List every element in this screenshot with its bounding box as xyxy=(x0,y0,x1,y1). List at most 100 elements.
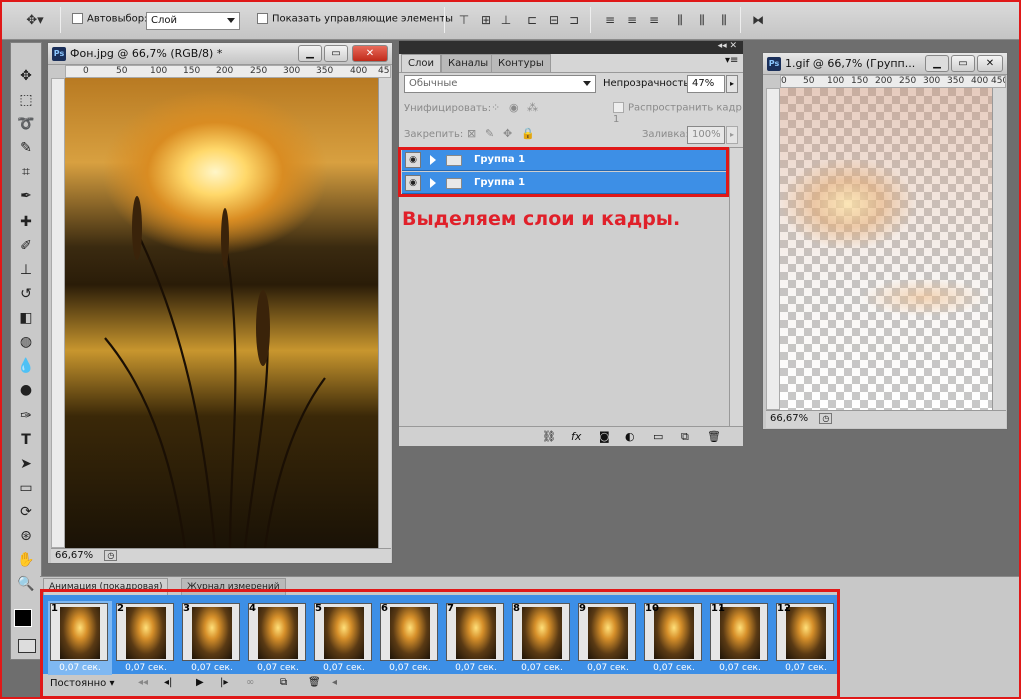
eyedropper-icon[interactable]: ✒ xyxy=(14,185,38,207)
paint-bucket-icon[interactable]: ◍ xyxy=(14,331,38,353)
status-menu-icon[interactable]: ◷ xyxy=(104,550,118,561)
tab-paths[interactable]: Контуры xyxy=(491,54,551,72)
align-hcenter-icon[interactable]: ⊟ xyxy=(546,12,562,28)
align-top-icon[interactable]: ⊤ xyxy=(456,12,472,28)
layers-scrollbar[interactable] xyxy=(729,148,743,426)
scroll-left-icon[interactable]: ◂ xyxy=(332,677,337,688)
crop-icon[interactable]: ⌗ xyxy=(14,161,38,183)
auto-align-icon[interactable]: ⧓ xyxy=(750,12,766,28)
distribute-bottom-icon[interactable]: ≡ xyxy=(646,12,662,28)
first-frame-icon[interactable]: ◂◂ xyxy=(138,677,148,688)
blend-mode-dropdown[interactable]: Обычные xyxy=(404,75,596,93)
link-layers-icon[interactable]: ⛓ xyxy=(542,430,556,443)
pen-icon[interactable]: ✑ xyxy=(14,405,38,427)
move-tool-preset-icon[interactable]: ✥▾ xyxy=(22,9,48,31)
foreground-color-swatch[interactable] xyxy=(14,609,32,627)
minimize-button[interactable]: ▁ xyxy=(925,55,949,72)
lock-transparency-icon[interactable]: ⊠ xyxy=(467,127,476,140)
fx-icon[interactable]: fx xyxy=(571,430,581,443)
transparent-canvas[interactable] xyxy=(780,88,992,410)
fill-slider-arrow-icon[interactable]: ▸ xyxy=(726,126,738,144)
document-title-bar[interactable]: Ps 1.gif @ 66,7% (Групп... ▁ ▭ ✕ xyxy=(763,53,1007,75)
panel-header[interactable]: ◂◂ ✕ xyxy=(399,41,743,54)
propagate-frame-checkbox[interactable]: Распространить кадр 1 xyxy=(613,102,743,125)
fill-input[interactable]: 100% xyxy=(687,126,725,144)
align-vcenter-icon[interactable]: ⊞ xyxy=(478,12,494,28)
healing-icon[interactable]: ✚ xyxy=(14,211,38,233)
ruler-mark: 350 xyxy=(947,76,965,86)
close-button[interactable]: ✕ xyxy=(977,55,1003,72)
close-button[interactable]: ✕ xyxy=(352,45,388,62)
previous-frame-icon[interactable]: ◂| xyxy=(164,677,172,688)
next-frame-icon[interactable]: |▸ xyxy=(220,677,228,688)
align-left-icon[interactable]: ⊏ xyxy=(524,12,540,28)
vertical-scrollbar[interactable] xyxy=(378,78,391,548)
sunset-photo-canvas[interactable] xyxy=(65,78,378,548)
auto-select-checkbox[interactable]: Автовыбор: xyxy=(72,13,147,25)
unify-position-icon[interactable]: ⁘ xyxy=(491,101,500,114)
tab-layers[interactable]: Слои xyxy=(401,54,441,72)
3d-rotate-icon[interactable]: ⟳ xyxy=(14,501,38,523)
auto-select-dropdown[interactable]: Слой xyxy=(146,12,240,30)
trash-icon[interactable]: 🗑 xyxy=(707,430,721,443)
zoom-icon[interactable]: 🔍 xyxy=(14,573,38,595)
opacity-input[interactable]: 47% xyxy=(687,75,725,93)
lock-position-icon[interactable]: ✥ xyxy=(503,127,512,140)
vertical-scrollbar[interactable] xyxy=(992,88,1006,410)
duplicate-frame-icon[interactable]: ⧉ xyxy=(280,677,287,688)
panel-menu-icon[interactable]: ▾≡ xyxy=(725,55,738,66)
document-title-bar[interactable]: Ps Фон.jpg @ 66,7% (RGB/8) * ▁ ▭ ✕ xyxy=(48,43,392,65)
lock-pixels-icon[interactable]: ✎ xyxy=(485,127,494,140)
stamp-icon[interactable]: ⊥ xyxy=(14,259,38,281)
move-tool-icon[interactable]: ✥ xyxy=(14,65,38,87)
align-bottom-icon[interactable]: ⊥ xyxy=(498,12,514,28)
history-brush-icon[interactable]: ↺ xyxy=(14,283,38,305)
opacity-slider-arrow-icon[interactable]: ▸ xyxy=(726,75,738,93)
ruler-mark: 400 xyxy=(350,66,368,76)
distribute-top-icon[interactable]: ≡ xyxy=(602,12,618,28)
lock-all-icon[interactable]: 🔒 xyxy=(521,127,535,140)
delete-frame-icon[interactable]: 🗑 xyxy=(308,677,321,688)
minimize-button[interactable]: ▁ xyxy=(298,45,322,62)
add-mask-icon[interactable]: ◙ xyxy=(599,430,610,443)
new-group-icon[interactable]: ▭ xyxy=(653,430,663,443)
path-select-icon[interactable]: ➤ xyxy=(14,453,38,475)
status-menu-icon[interactable]: ◷ xyxy=(819,413,833,424)
maximize-button[interactable]: ▭ xyxy=(951,55,975,72)
distribute-vcenter-icon[interactable]: ≡ xyxy=(624,12,640,28)
blur-icon[interactable]: 💧 xyxy=(14,355,38,377)
lasso-icon[interactable]: ➰ xyxy=(14,113,38,135)
new-layer-icon[interactable]: ⧉ xyxy=(681,430,689,444)
dodge-icon[interactable]: ● xyxy=(14,379,38,401)
quick-select-icon[interactable]: ✎ xyxy=(14,137,38,159)
marquee-icon[interactable]: ⬚ xyxy=(14,89,38,111)
distribute-hcenter-icon[interactable]: ⫼ xyxy=(694,12,710,28)
play-icon[interactable]: ▶ xyxy=(196,677,204,688)
ruler-mark: 50 xyxy=(803,76,815,86)
eraser-icon[interactable]: ◧ xyxy=(14,307,38,329)
3d-orbit-icon[interactable]: ⊛ xyxy=(14,525,38,547)
unify-visibility-icon[interactable]: ◉ xyxy=(509,101,519,114)
animation-controls: Постоянно ▾ ◂◂ ◂| ▶ |▸ ∞ ⧉ 🗑 ◂ xyxy=(46,675,836,693)
distribute-right-icon[interactable]: ⫼ xyxy=(716,12,732,28)
quick-mask-icon[interactable] xyxy=(18,639,36,653)
chevron-down-icon xyxy=(227,18,235,23)
ruler-mark: 150 xyxy=(183,66,201,76)
hand-icon[interactable]: ✋ xyxy=(14,549,38,571)
maximize-button[interactable]: ▭ xyxy=(324,45,348,62)
unify-style-icon[interactable]: ⁂ xyxy=(527,101,538,114)
zoom-level[interactable]: 66,67% xyxy=(55,550,93,561)
show-controls-checkbox[interactable]: Показать управляющие элементы xyxy=(257,13,453,25)
shape-icon[interactable]: ▭ xyxy=(14,477,38,499)
grass-stalk xyxy=(104,337,187,548)
adjustment-layer-icon[interactable]: ◐ xyxy=(625,430,635,443)
tween-icon[interactable]: ∞ xyxy=(246,677,254,688)
zoom-level[interactable]: 66,67% xyxy=(770,413,808,424)
type-icon[interactable]: T xyxy=(14,429,38,451)
distribute-left-icon[interactable]: ⫼ xyxy=(672,12,688,28)
align-right-icon[interactable]: ⊐ xyxy=(566,12,582,28)
tab-channels[interactable]: Каналы xyxy=(441,54,496,72)
brush-icon[interactable]: ✐ xyxy=(14,235,38,257)
ruler-mark: 250 xyxy=(899,76,917,86)
loop-dropdown[interactable]: Постоянно ▾ xyxy=(50,678,115,689)
